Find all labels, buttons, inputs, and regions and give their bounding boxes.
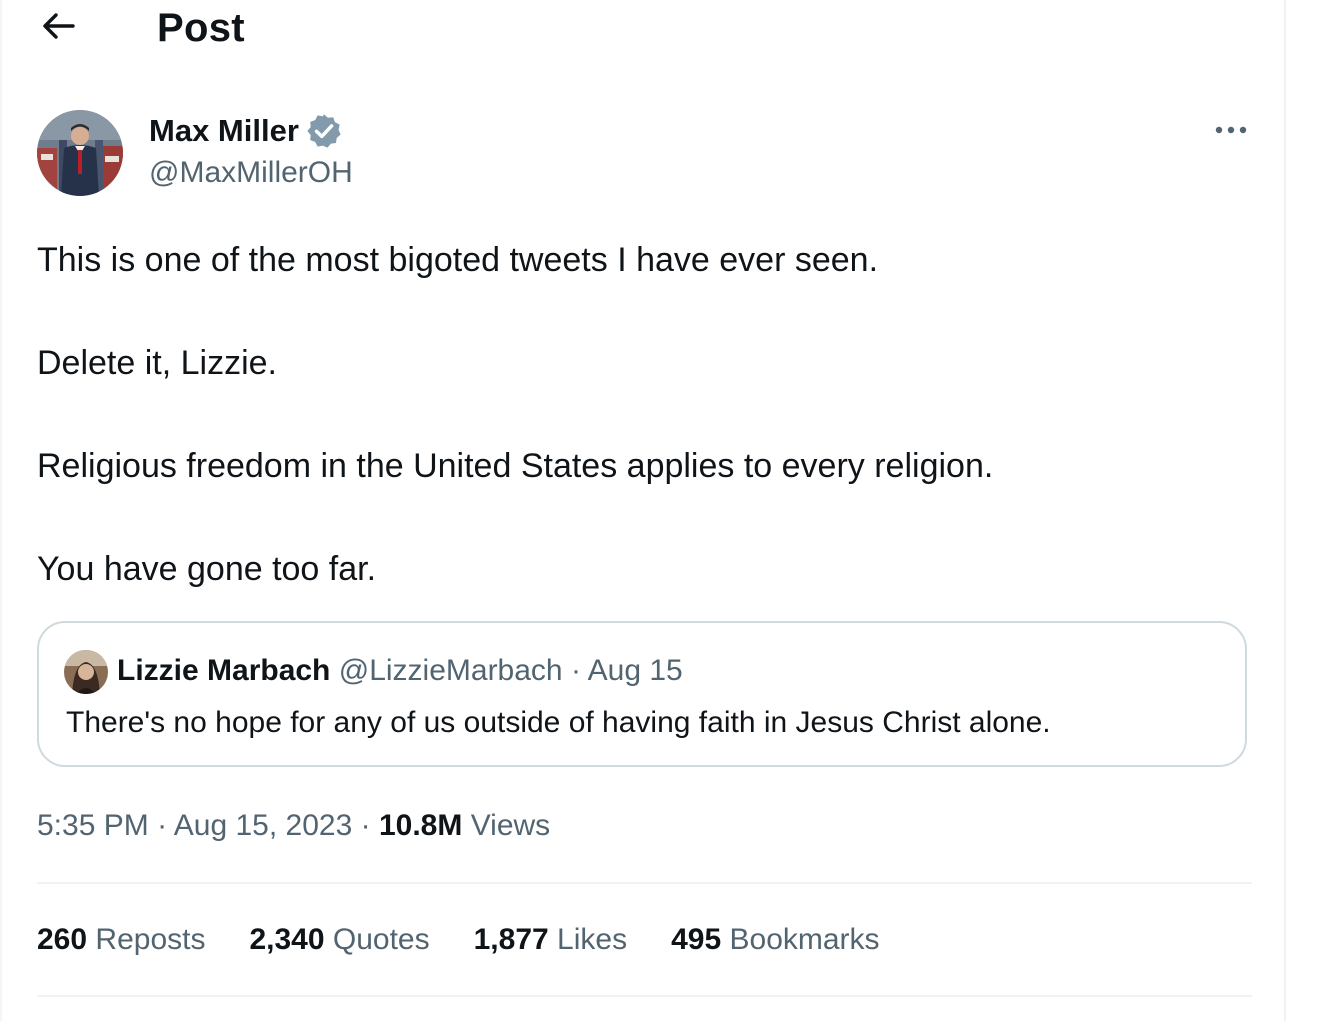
more-horizontal-icon xyxy=(1213,122,1249,140)
bookmarks-label: Bookmarks xyxy=(729,923,880,956)
divider xyxy=(37,995,1252,997)
separator-dot: · xyxy=(570,654,581,687)
views-count: 10.8M xyxy=(378,809,463,842)
quoted-tweet-card[interactable]: Lizzie Marbach @LizzieMarbach · Aug 15 T… xyxy=(37,621,1247,767)
tweet-paragraph: This is one of the most bigoted tweets I… xyxy=(37,241,879,279)
stat-bookmarks[interactable]: 495 Bookmarks xyxy=(671,920,879,960)
tweet-paragraph: Religious freedom in the United States a… xyxy=(37,447,994,485)
stat-reposts[interactable]: 260 Reposts xyxy=(37,920,205,960)
quoted-tweet-header: Lizzie Marbach @LizzieMarbach · Aug 15 xyxy=(117,651,683,691)
quoted-tweet-text: There's no hope for any of us outside of… xyxy=(66,706,1051,739)
reposts-count: 260 xyxy=(37,923,88,956)
author-name-row[interactable]: Max Miller xyxy=(149,112,343,150)
separator-dot: · xyxy=(157,809,168,842)
verified-badge-icon xyxy=(305,112,343,150)
author-name: Max Miller xyxy=(149,113,299,148)
tweet-paragraph: You have gone too far. xyxy=(37,550,377,588)
back-button[interactable] xyxy=(36,8,80,48)
views-label: Views xyxy=(470,809,551,842)
tweet-date[interactable]: Aug 15, 2023 xyxy=(174,809,353,842)
author-handle[interactable]: @MaxMillerOH xyxy=(149,156,353,190)
quoted-author-name: Lizzie Marbach xyxy=(117,654,331,687)
bookmarks-count: 495 xyxy=(671,923,722,956)
quoted-tweet-date: Aug 15 xyxy=(587,654,683,687)
likes-count: 1,877 xyxy=(473,923,549,956)
tweet-paragraph: Delete it, Lizzie. xyxy=(37,344,277,382)
likes-label: Likes xyxy=(557,923,628,956)
reposts-label: Reposts xyxy=(95,923,206,956)
page-title: Post xyxy=(157,6,245,50)
quoted-author-handle: @LizzieMarbach xyxy=(338,654,563,687)
column-left-border xyxy=(0,0,2,1021)
author-avatar[interactable] xyxy=(37,110,123,196)
arrow-left-icon xyxy=(41,11,75,46)
engagement-stats: 260 Reposts 2,340 Quotes 1,877 Likes 495… xyxy=(37,920,924,960)
stat-likes[interactable]: 1,877 Likes xyxy=(474,920,627,960)
separator-dot: · xyxy=(360,809,371,842)
column-right-border xyxy=(1284,0,1286,1021)
tweet-meta: 5:35 PM · Aug 15, 2023 · 10.8M Views xyxy=(37,806,550,846)
quoted-author-avatar xyxy=(64,650,108,694)
tweet-time[interactable]: 5:35 PM xyxy=(37,809,149,842)
quotes-count: 2,340 xyxy=(249,923,325,956)
quotes-label: Quotes xyxy=(332,923,430,956)
tweet-text: This is one of the most bigoted tweets I… xyxy=(37,238,1257,650)
divider xyxy=(37,882,1252,884)
stat-quotes[interactable]: 2,340 Quotes xyxy=(249,920,429,960)
more-button[interactable] xyxy=(1208,114,1254,148)
